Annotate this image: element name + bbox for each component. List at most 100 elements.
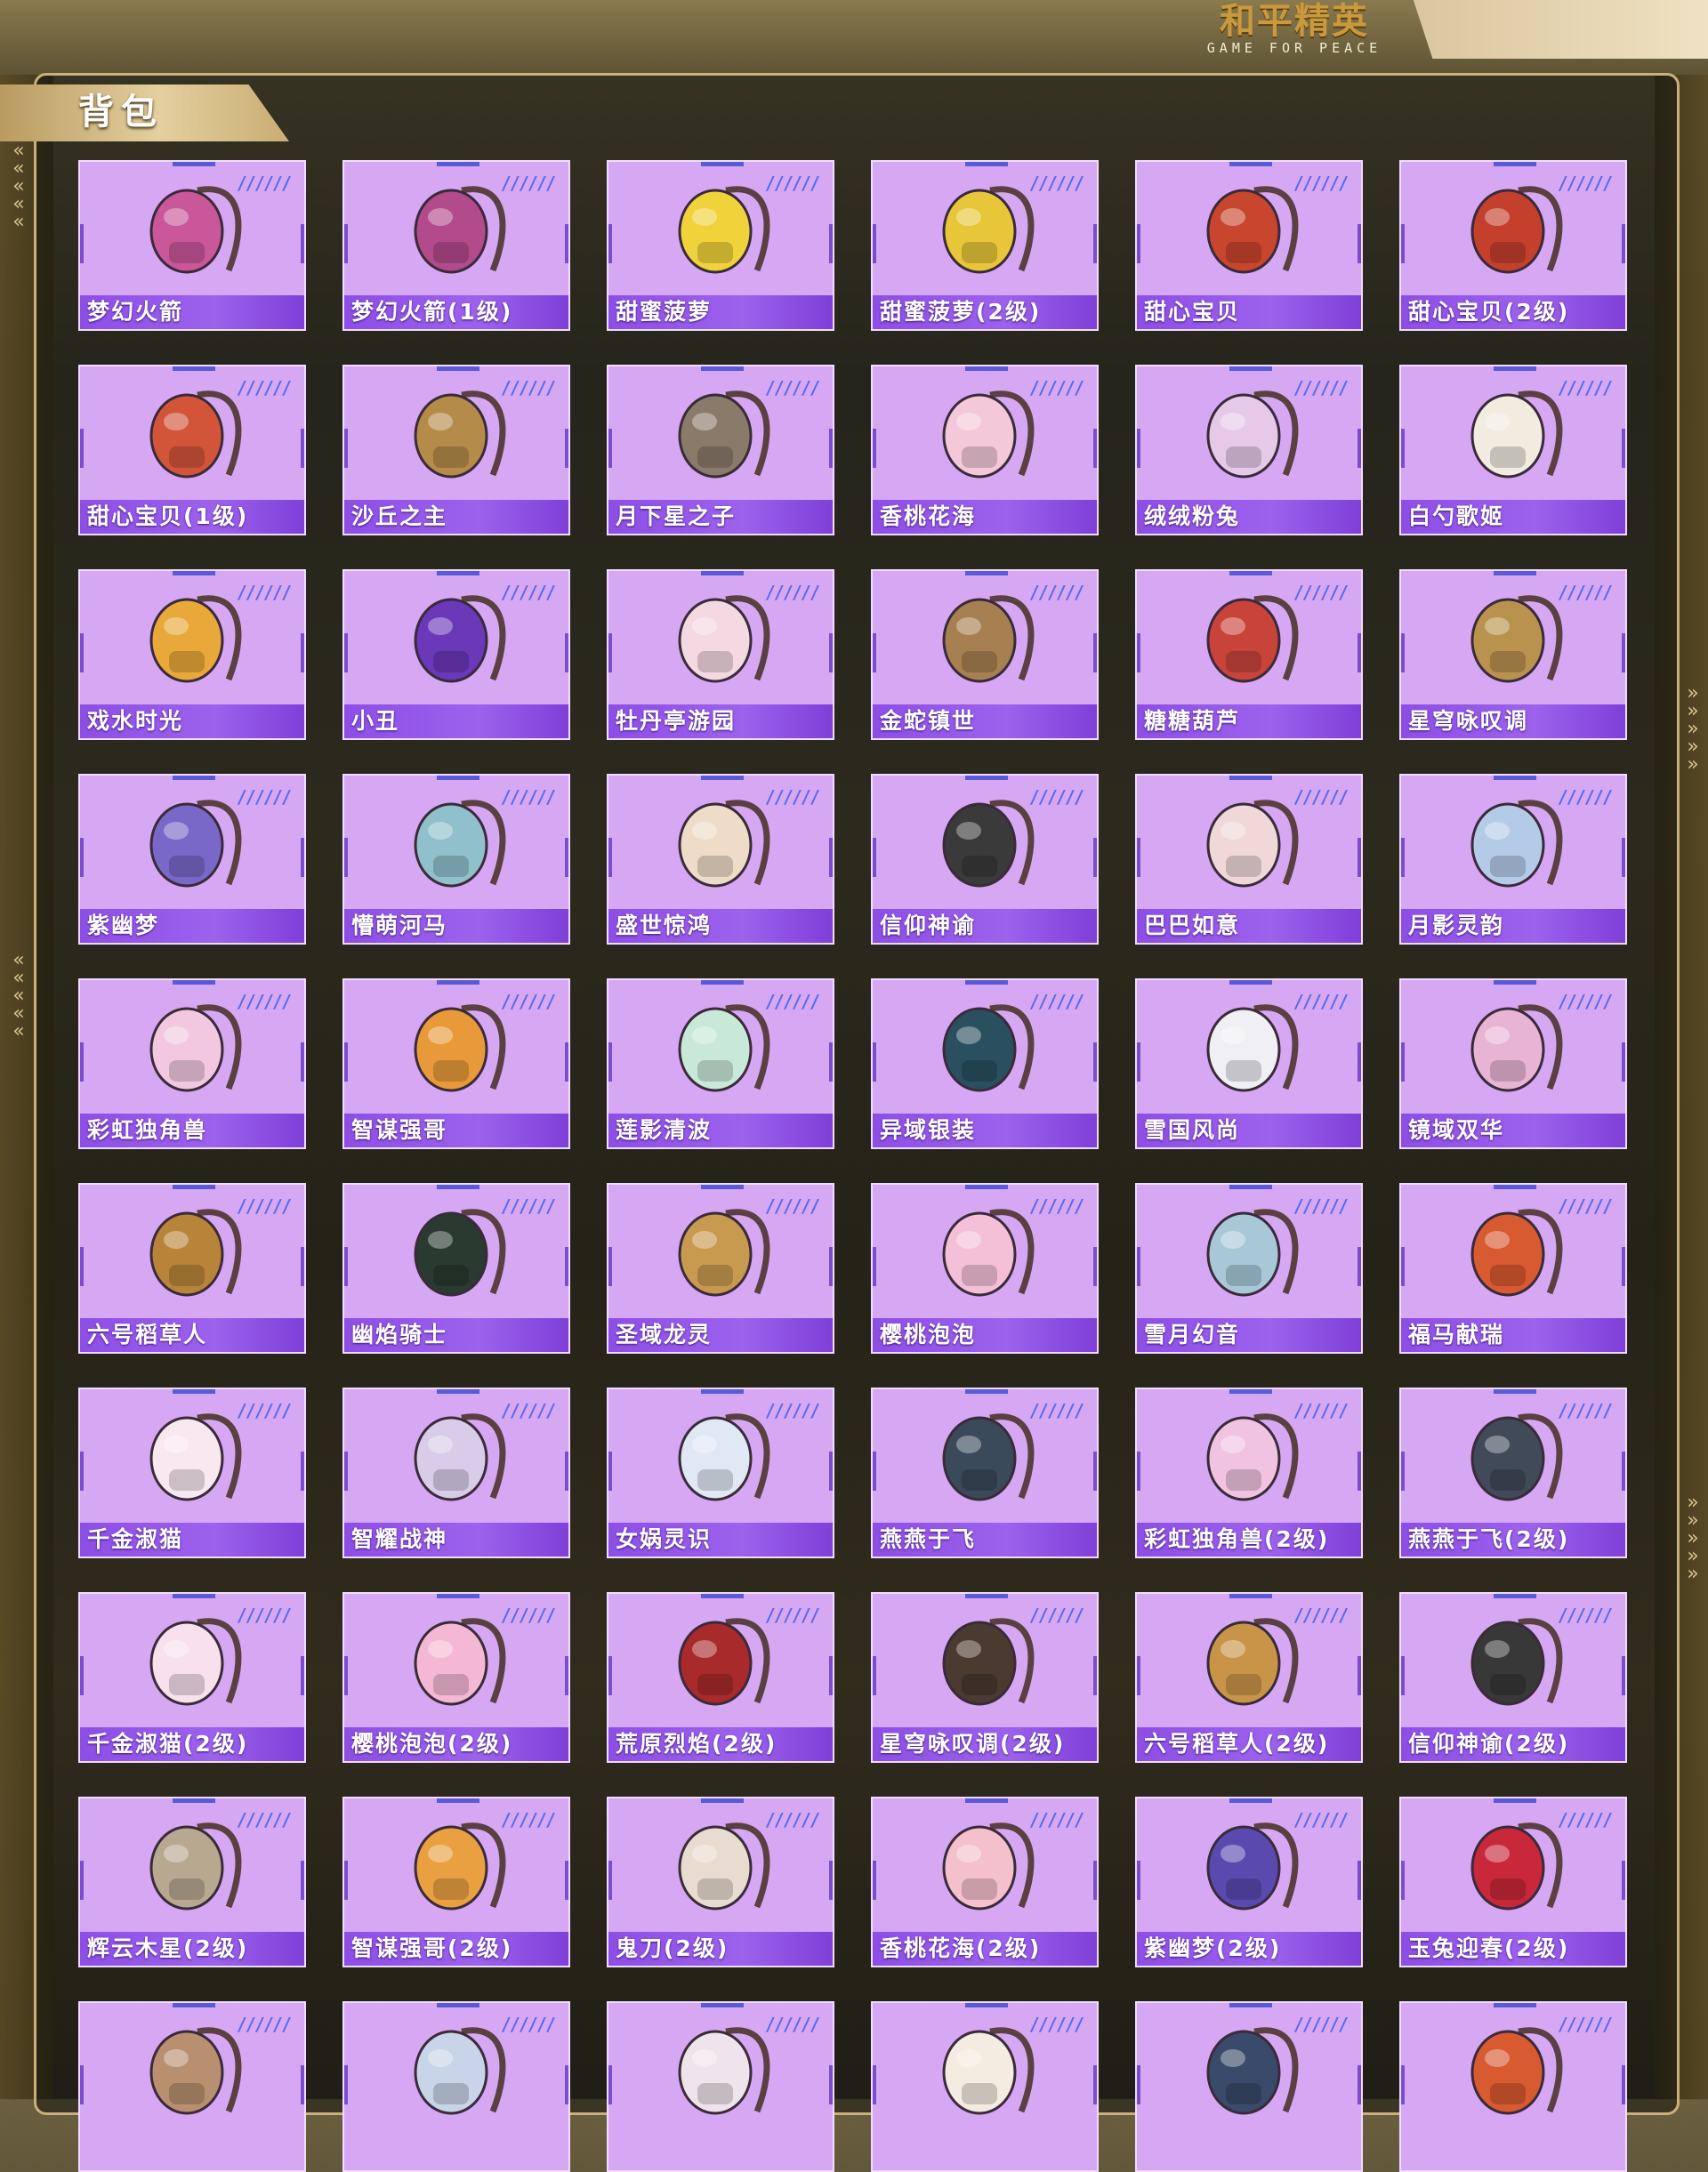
backpack-card[interactable]: //////荒原烈焰(2级) — [607, 1592, 834, 1763]
backpack-card[interactable]: //////牡丹亭游园 — [607, 569, 834, 740]
backpack-card[interactable]: //////雪月幻音 — [1135, 1183, 1363, 1354]
backpack-card[interactable]: //////女娲灵识 — [607, 1388, 834, 1558]
backpack-card[interactable]: //////巴巴如意 — [1135, 774, 1363, 945]
card-side-accent — [1401, 1656, 1405, 1695]
backpack-card[interactable]: //////六号稻草人(2级) — [1135, 1592, 1363, 1763]
card-side-accent — [80, 2065, 84, 2104]
card-top-accent — [173, 980, 215, 985]
backpack-card[interactable]: //////甜心宝贝(2级) — [1399, 160, 1627, 331]
card-side-accent — [344, 429, 348, 468]
backpack-card[interactable]: //////金蛇镇世 — [871, 569, 1099, 740]
item-name-label: 甜心宝贝(1级) — [80, 500, 304, 534]
backpack-card[interactable]: ////// — [1399, 2001, 1627, 2172]
card-side-accent — [1358, 1656, 1361, 1695]
backpack-card[interactable]: //////异域银装 — [871, 978, 1099, 1149]
backpack-card[interactable]: //////星穹咏叹调 — [1399, 569, 1627, 740]
card-side-accent — [873, 1452, 876, 1491]
backpack-card[interactable]: //////白勺歌姬 — [1399, 365, 1627, 535]
backpack-card[interactable]: //////甜蜜菠萝 — [607, 160, 834, 331]
backpack-card[interactable]: //////绒绒粉兔 — [1135, 365, 1363, 535]
wing-backpack-icon — [414, 1413, 506, 1501]
backpack-card[interactable]: //////盛世惊鸿 — [607, 774, 834, 945]
backpack-card[interactable]: //////甜蜜菠萝(2级) — [871, 160, 1099, 331]
chevron-left-icon: ««««« — [12, 140, 25, 233]
backpack-card[interactable]: //////玉兔迎春(2级) — [1399, 1797, 1627, 1967]
card-side-accent — [344, 1247, 348, 1286]
backpack-card[interactable]: //////六号稻草人 — [78, 1183, 306, 1354]
card-side-accent — [1401, 1452, 1405, 1491]
card-side-accent — [1358, 1861, 1361, 1900]
swallow-backpack-icon — [942, 1413, 1035, 1501]
backpack-card[interactable]: //////懵萌河马 — [342, 774, 570, 945]
backpack-card[interactable]: //////梦幻火箭(1级) — [342, 160, 570, 331]
item-name-label: 甜蜜菠萝(2级) — [873, 295, 1097, 329]
backpack-card[interactable]: ////// — [871, 2001, 1099, 2172]
backpack-card[interactable]: //////紫幽梦(2级) — [1135, 1797, 1363, 1967]
card-side-accent — [1093, 633, 1097, 672]
backpack-card[interactable]: //////福马献瑞 — [1399, 1183, 1627, 1354]
backpack-card[interactable]: //////月影灵韵 — [1399, 774, 1627, 945]
backpack-card[interactable]: //////信仰神谕(2级) — [1399, 1592, 1627, 1763]
card-side-accent — [565, 633, 568, 672]
bow-backpack-icon — [942, 1209, 1035, 1297]
backpack-card[interactable]: //////幽焰骑士 — [342, 1183, 570, 1354]
backpack-card[interactable]: //////香桃花海(2级) — [871, 1797, 1099, 1967]
backpack-card[interactable]: //////燕燕于飞(2级) — [1399, 1388, 1627, 1558]
backpack-card[interactable]: //////樱桃泡泡 — [871, 1183, 1099, 1354]
backpack-card[interactable]: ////// — [342, 2001, 570, 2172]
backpack-card[interactable]: //////千金淑猫 — [78, 1388, 306, 1558]
card-side-accent — [565, 1861, 568, 1900]
backpack-card[interactable]: //////辉云木星(2级) — [78, 1797, 306, 1967]
backpack-card[interactable]: //////樱桃泡泡(2级) — [342, 1592, 570, 1763]
card-side-accent — [344, 1656, 348, 1695]
card-side-accent — [344, 224, 348, 263]
item-name-label: 盛世惊鸿 — [608, 909, 833, 943]
card-side-accent — [1137, 838, 1140, 877]
item-name-label: 樱桃泡泡 — [873, 1318, 1097, 1352]
backpack-card[interactable]: //////鬼刀(2级) — [607, 1797, 834, 1967]
backpack-card[interactable]: //////智谋强哥(2级) — [342, 1797, 570, 1967]
card-side-accent — [344, 2065, 348, 2104]
backpack-card[interactable]: //////智谋强哥 — [342, 978, 570, 1149]
backpack-card[interactable]: //////彩虹独角兽 — [78, 978, 306, 1149]
card-side-accent — [1401, 1861, 1405, 1900]
backpack-card[interactable]: ////// — [1135, 2001, 1363, 2172]
card-top-accent — [173, 1389, 215, 1394]
backpack-card[interactable]: //////小丑 — [342, 569, 570, 740]
item-name-label: 沙丘之主 — [344, 500, 568, 534]
backpack-card[interactable]: ////// — [78, 2001, 306, 2172]
backpack-card[interactable]: //////香桃花海 — [871, 365, 1099, 535]
card-side-accent — [565, 1247, 568, 1286]
card-side-accent — [1093, 224, 1097, 263]
flower-backpack-icon — [942, 390, 1035, 479]
pineapple-backpack-icon — [942, 186, 1035, 274]
hourglass-backpack-icon — [678, 1209, 770, 1297]
card-side-accent — [1137, 224, 1140, 263]
backpack-card[interactable]: //////星穹咏叹调(2级) — [871, 1592, 1099, 1763]
card-side-accent — [1622, 1861, 1625, 1900]
chevron-right-icon: »»»»» — [1687, 1492, 1699, 1585]
backpack-card[interactable]: //////信仰神谕 — [871, 774, 1099, 945]
item-name-label: 女娲灵识 — [608, 1523, 833, 1557]
backpack-card[interactable]: //////圣域龙灵 — [607, 1183, 834, 1354]
backpack-card[interactable]: //////莲影清波 — [607, 978, 834, 1149]
backpack-card[interactable]: //////月下星之子 — [607, 365, 834, 535]
card-side-accent — [1358, 2065, 1361, 2104]
backpack-card[interactable]: ////// — [607, 2001, 834, 2172]
backpack-card[interactable]: //////甜心宝贝(1级) — [78, 365, 306, 535]
backpack-card[interactable]: //////戏水时光 — [78, 569, 306, 740]
item-name-label: 六号稻草人(2级) — [1137, 1727, 1361, 1761]
penguin-backpack-icon — [1206, 1004, 1299, 1092]
backpack-card[interactable]: //////梦幻火箭 — [78, 160, 306, 331]
backpack-card[interactable]: //////镜域双华 — [1399, 978, 1627, 1149]
backpack-card[interactable]: //////彩虹独角兽(2级) — [1135, 1388, 1363, 1558]
backpack-card[interactable]: //////沙丘之主 — [342, 365, 570, 535]
backpack-card[interactable]: //////甜心宝贝 — [1135, 160, 1363, 331]
backpack-card[interactable]: //////智耀战神 — [342, 1388, 570, 1558]
backpack-card[interactable]: //////千金淑猫(2级) — [78, 1592, 306, 1763]
backpack-card[interactable]: //////燕燕于飞 — [871, 1388, 1099, 1558]
backpack-card[interactable]: //////雪国风尚 — [1135, 978, 1363, 1149]
backpack-card[interactable]: //////紫幽梦 — [78, 774, 306, 945]
backpack-card[interactable]: //////糖糖葫芦 — [1135, 569, 1363, 740]
card-top-accent — [437, 571, 479, 575]
